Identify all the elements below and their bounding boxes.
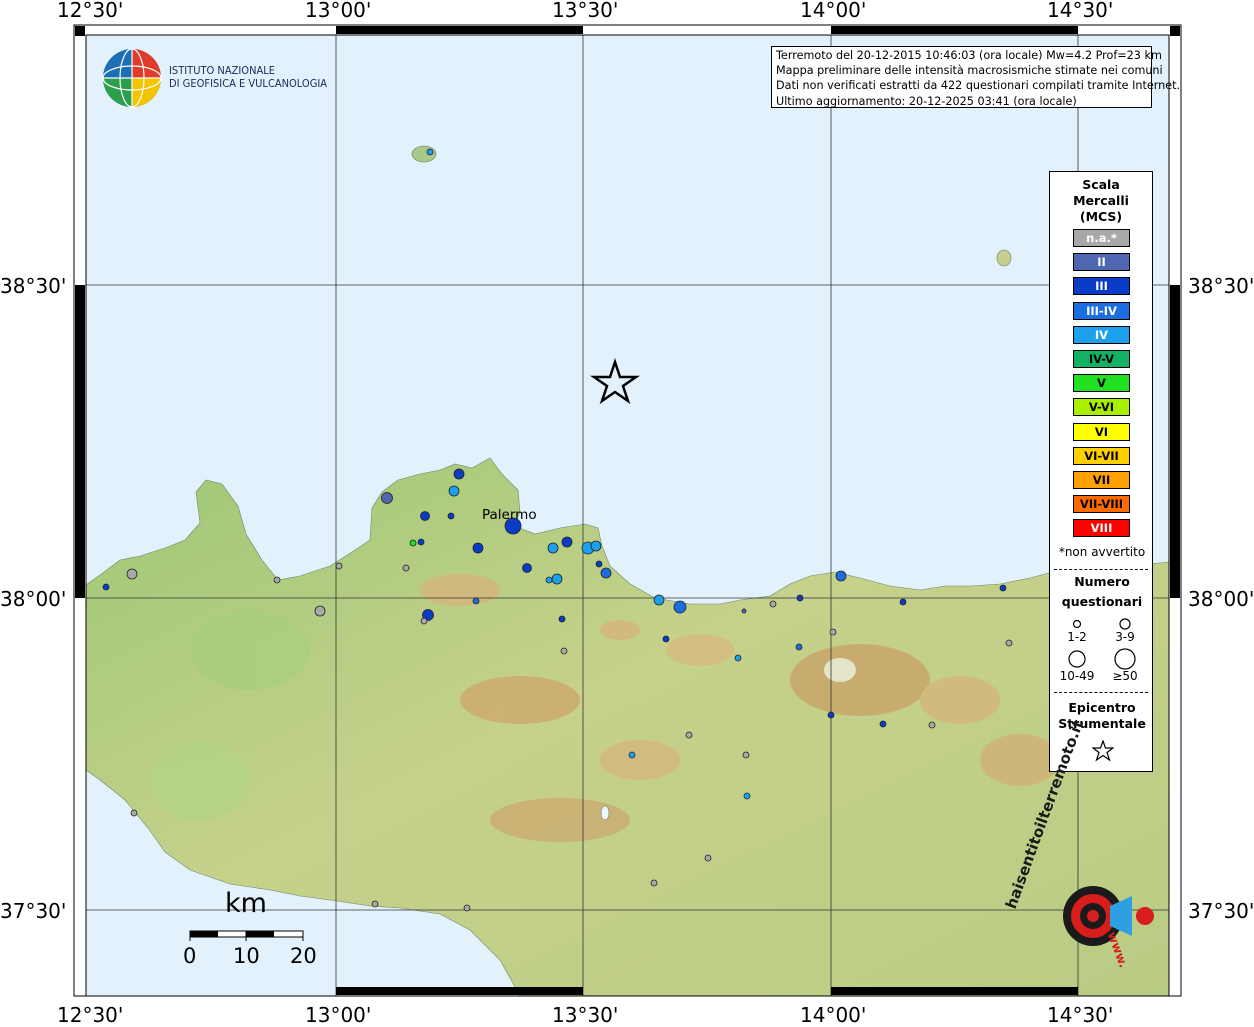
- legend-epicenter-title-1: Epicentro: [1068, 700, 1136, 715]
- intensity-point: [126, 568, 138, 580]
- intensity-point: [453, 468, 465, 480]
- intensity-point: [899, 598, 907, 606]
- place-label-palermo: Palermo: [482, 507, 537, 523]
- legend-swatch-v: V: [1073, 374, 1130, 393]
- intensity-point: [796, 594, 804, 602]
- intensity-point: [795, 643, 803, 651]
- legend-panel: Scala Mercalli (MCS) n.a.* II III III-IV IV I…: [1049, 171, 1153, 772]
- intensity-point: [381, 492, 393, 504]
- intensity-point: [650, 879, 658, 887]
- info-line-4: Ultimo aggiornamento: 20-12-2025 03:41 (…: [776, 94, 1077, 108]
- lake: [600, 805, 610, 821]
- legend-count-title-1: Numero: [1074, 574, 1130, 589]
- legend-swatch-iii: III: [1073, 277, 1130, 296]
- intensity-point: [426, 148, 434, 156]
- intensity-point: [560, 647, 568, 655]
- ingv-logo-icon: [102, 48, 162, 108]
- intensity-point: [829, 628, 837, 636]
- intensity-point: [673, 600, 687, 614]
- intensity-point: [999, 584, 1007, 592]
- legend-size-label-1: 1-2: [1067, 630, 1087, 644]
- scale-unit: km: [225, 888, 267, 919]
- legend-swatch-vi: VI: [1073, 422, 1130, 441]
- legend-separator-2: [1054, 692, 1148, 693]
- intensity-point: [734, 654, 742, 662]
- island-east: [996, 249, 1012, 267]
- intensity-point: [685, 731, 693, 739]
- intensity-point: [472, 542, 484, 554]
- legend-count-title-2: questionari: [1061, 594, 1143, 609]
- legend-title-2: Mercalli: [1073, 193, 1129, 208]
- intensity-point: [463, 904, 471, 912]
- event-info-box: Terremoto del 20-12-2015 10:46:03 (ora l…: [771, 46, 1181, 108]
- info-line-1: Terremoto del 20-12-2015 10:46:03 (ora l…: [776, 49, 1162, 62]
- legend-swatch-ii: II: [1073, 253, 1130, 272]
- scale-label-10: 10: [233, 944, 260, 968]
- legend-swatch-iv: IV: [1073, 325, 1130, 344]
- legend-title-3: (MCS): [1079, 209, 1123, 224]
- intensity-point: [1005, 639, 1013, 647]
- legend-star-icon: [1092, 740, 1114, 762]
- intensity-point: [547, 542, 559, 554]
- info-line-2: Mappa preliminare delle intensità macros…: [776, 64, 1163, 78]
- legend-separator-1: [1054, 569, 1148, 570]
- intensity-point: [835, 570, 847, 582]
- legend-swatch-n-a: n.a.*: [1073, 229, 1130, 247]
- intensity-point: [653, 594, 665, 606]
- intensity-point: [704, 854, 712, 862]
- logo-line-2: DI GEOFISICA E VULCANOLOGIA: [169, 77, 328, 90]
- intensity-point: [769, 600, 777, 608]
- intensity-point: [420, 617, 428, 625]
- intensity-point: [447, 512, 455, 520]
- legend-swatch-v-vi: V-VI: [1073, 398, 1130, 417]
- intensity-point: [371, 900, 379, 908]
- legend-swatch-vii-viii: VII-VIII: [1073, 495, 1130, 514]
- info-line-3: Dati non verificati estratti da 422 ques…: [776, 79, 1181, 93]
- intensity-point: [417, 538, 425, 546]
- intensity-point: [628, 751, 636, 759]
- intensity-point: [879, 720, 887, 728]
- intensity-point: [595, 560, 603, 568]
- intensity-point: [273, 576, 281, 584]
- scale-label-20: 20: [290, 944, 317, 968]
- legend-not-felt-note: *non avvertito: [1058, 545, 1146, 559]
- intensity-point: [522, 563, 532, 573]
- intensity-point: [600, 567, 612, 579]
- legend-size-label-4: ≥50: [1112, 669, 1138, 683]
- intensity-point: [409, 539, 417, 547]
- intensity-point: [402, 564, 410, 572]
- legend-size-label-3: 10-49: [1059, 669, 1095, 683]
- legend-swatch-iv-v: IV-V: [1073, 350, 1130, 368]
- legend-swatch-vi-vii: VI-VII: [1073, 446, 1130, 465]
- intensity-point: [827, 711, 835, 719]
- intensity-point: [102, 583, 110, 591]
- intensity-point: [545, 576, 553, 584]
- legend-swatch-vii: VII: [1073, 471, 1130, 489]
- intensity-point: [448, 485, 460, 497]
- intensity-point: [551, 573, 563, 585]
- intensity-point: [472, 597, 480, 605]
- intensity-point: [742, 751, 750, 759]
- intensity-point: [662, 635, 670, 643]
- intensity-point: [561, 536, 573, 548]
- intensity-point: [741, 608, 747, 614]
- ingv-logo-text: ISTITUTO NAZIONALE DI GEOFISICA E VULCAN…: [169, 64, 327, 90]
- intensity-point: [130, 809, 138, 817]
- intensity-point: [743, 792, 751, 800]
- legend-title-1: Scala: [1082, 177, 1120, 192]
- legend-swatch-iii-iv: III-IV: [1073, 301, 1130, 320]
- logo-line-1: ISTITUTO NAZIONALE: [169, 64, 276, 77]
- intensity-point: [420, 511, 430, 521]
- intensity-point: [335, 562, 343, 570]
- intensity-point: [928, 721, 936, 729]
- legend-size-label-2: 3-9: [1115, 630, 1135, 644]
- scale-label-0: 0: [183, 944, 197, 968]
- intensity-point: [590, 540, 602, 552]
- intensity-point: [314, 605, 326, 617]
- legend-swatch-viii: VIII: [1073, 519, 1130, 538]
- intensity-point: [558, 615, 566, 623]
